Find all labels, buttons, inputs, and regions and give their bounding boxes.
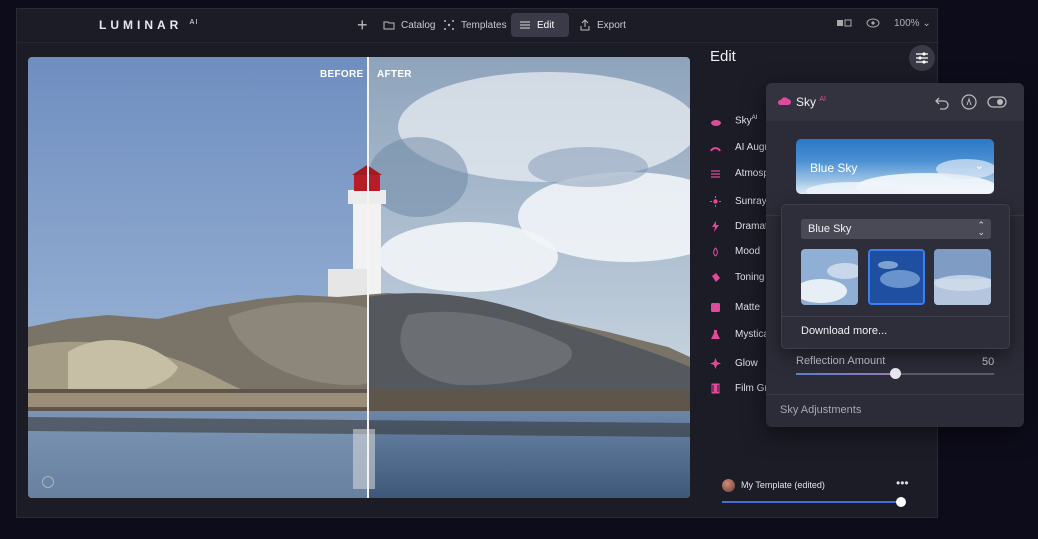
sky-thumbnail-deep-blue[interactable]: [868, 249, 925, 305]
template-name: My Template (edited): [741, 480, 825, 490]
sky-select-value: Blue Sky: [808, 223, 852, 235]
lighthouse-photo: [28, 57, 690, 498]
templates-button[interactable]: Templates: [435, 13, 515, 37]
eye-icon[interactable]: [866, 18, 880, 31]
export-label: Export: [597, 19, 626, 31]
templates-label: Templates: [461, 19, 507, 31]
template-avatar: [722, 478, 735, 492]
before-label: BEFORE: [320, 69, 364, 80]
folder-icon: [383, 21, 395, 30]
reflection-amount-knob[interactable]: [890, 368, 901, 379]
compare-icon[interactable]: [836, 18, 852, 31]
chevron-down-icon: ⌄: [974, 160, 984, 172]
undo-icon[interactable]: [934, 94, 950, 110]
template-row[interactable]: My Template (edited): [722, 478, 912, 492]
sparkle-icon: [710, 357, 721, 369]
catalog-label: Catalog: [401, 19, 436, 31]
template-amount-knob[interactable]: [896, 497, 906, 507]
sliders-icon: [916, 52, 928, 64]
dropdown-divider: [782, 316, 1009, 317]
cloud-icon: [710, 116, 721, 127]
export-button[interactable]: Export: [571, 13, 634, 37]
sky-thumbnail-cloudy[interactable]: [801, 249, 858, 305]
sky-thumbnail-hazy[interactable]: [934, 249, 991, 305]
template-more-button[interactable]: •••: [896, 476, 909, 490]
brush-mask-icon[interactable]: [961, 94, 977, 110]
reflection-amount-label: Reflection Amount: [796, 355, 886, 367]
sky-selection-dropdown: Blue Sky ⌃ ⌄ Download more...: [781, 204, 1010, 349]
film-icon: [710, 383, 721, 394]
download-more-link[interactable]: Download more...: [801, 325, 887, 337]
toggle-icon[interactable]: [987, 94, 1007, 110]
edit-tab[interactable]: Edit: [511, 13, 569, 37]
edit-label: Edit: [537, 19, 555, 31]
sky-panel-title: Sky AI: [796, 95, 826, 109]
updown-chevron-icon: ⌃ ⌄: [977, 220, 985, 237]
panel-divider: [766, 394, 1024, 395]
app-logo: LUMINAR AI: [99, 18, 199, 32]
adjustments-button[interactable]: [909, 45, 935, 71]
template-amount-slider[interactable]: [722, 501, 902, 503]
square-icon: [710, 302, 721, 313]
sun-icon: [710, 195, 721, 207]
reflection-amount-fill: [796, 373, 895, 375]
export-icon: [580, 19, 590, 31]
rainbow-icon: [710, 142, 721, 153]
before-after-divider[interactable]: [367, 57, 369, 498]
reflection-amount-value: 50: [982, 356, 995, 368]
after-label: AFTER: [377, 69, 412, 80]
zoom-dropdown[interactable]: 100% ⌄: [894, 18, 931, 29]
templates-icon: [444, 20, 454, 30]
cloud-icon: [777, 97, 791, 105]
lotus-icon: [710, 246, 721, 257]
photo-canvas[interactable]: BEFORE AFTER: [28, 57, 690, 498]
waves-icon: [710, 168, 721, 179]
flask-icon: [710, 329, 721, 340]
sky-preview[interactable]: Blue Sky ⌄: [796, 139, 994, 194]
info-icon[interactable]: [42, 476, 54, 488]
lightning-icon: [710, 220, 721, 232]
sky-adjustments-section[interactable]: Sky Adjustments: [780, 404, 861, 416]
bucket-icon: [710, 272, 721, 283]
sky-select[interactable]: Blue Sky ⌃ ⌄: [801, 219, 991, 239]
sky-panel-header: Sky AI: [766, 83, 1024, 121]
catalog-button[interactable]: Catalog: [375, 13, 443, 37]
sliders-icon: [520, 21, 530, 29]
add-button[interactable]: +: [357, 15, 368, 36]
sky-preview-name: Blue Sky: [810, 161, 858, 175]
panel-title: Edit: [710, 48, 736, 65]
top-bar: LUMINAR AI + Catalog Templates Edit Expo…: [17, 9, 939, 43]
